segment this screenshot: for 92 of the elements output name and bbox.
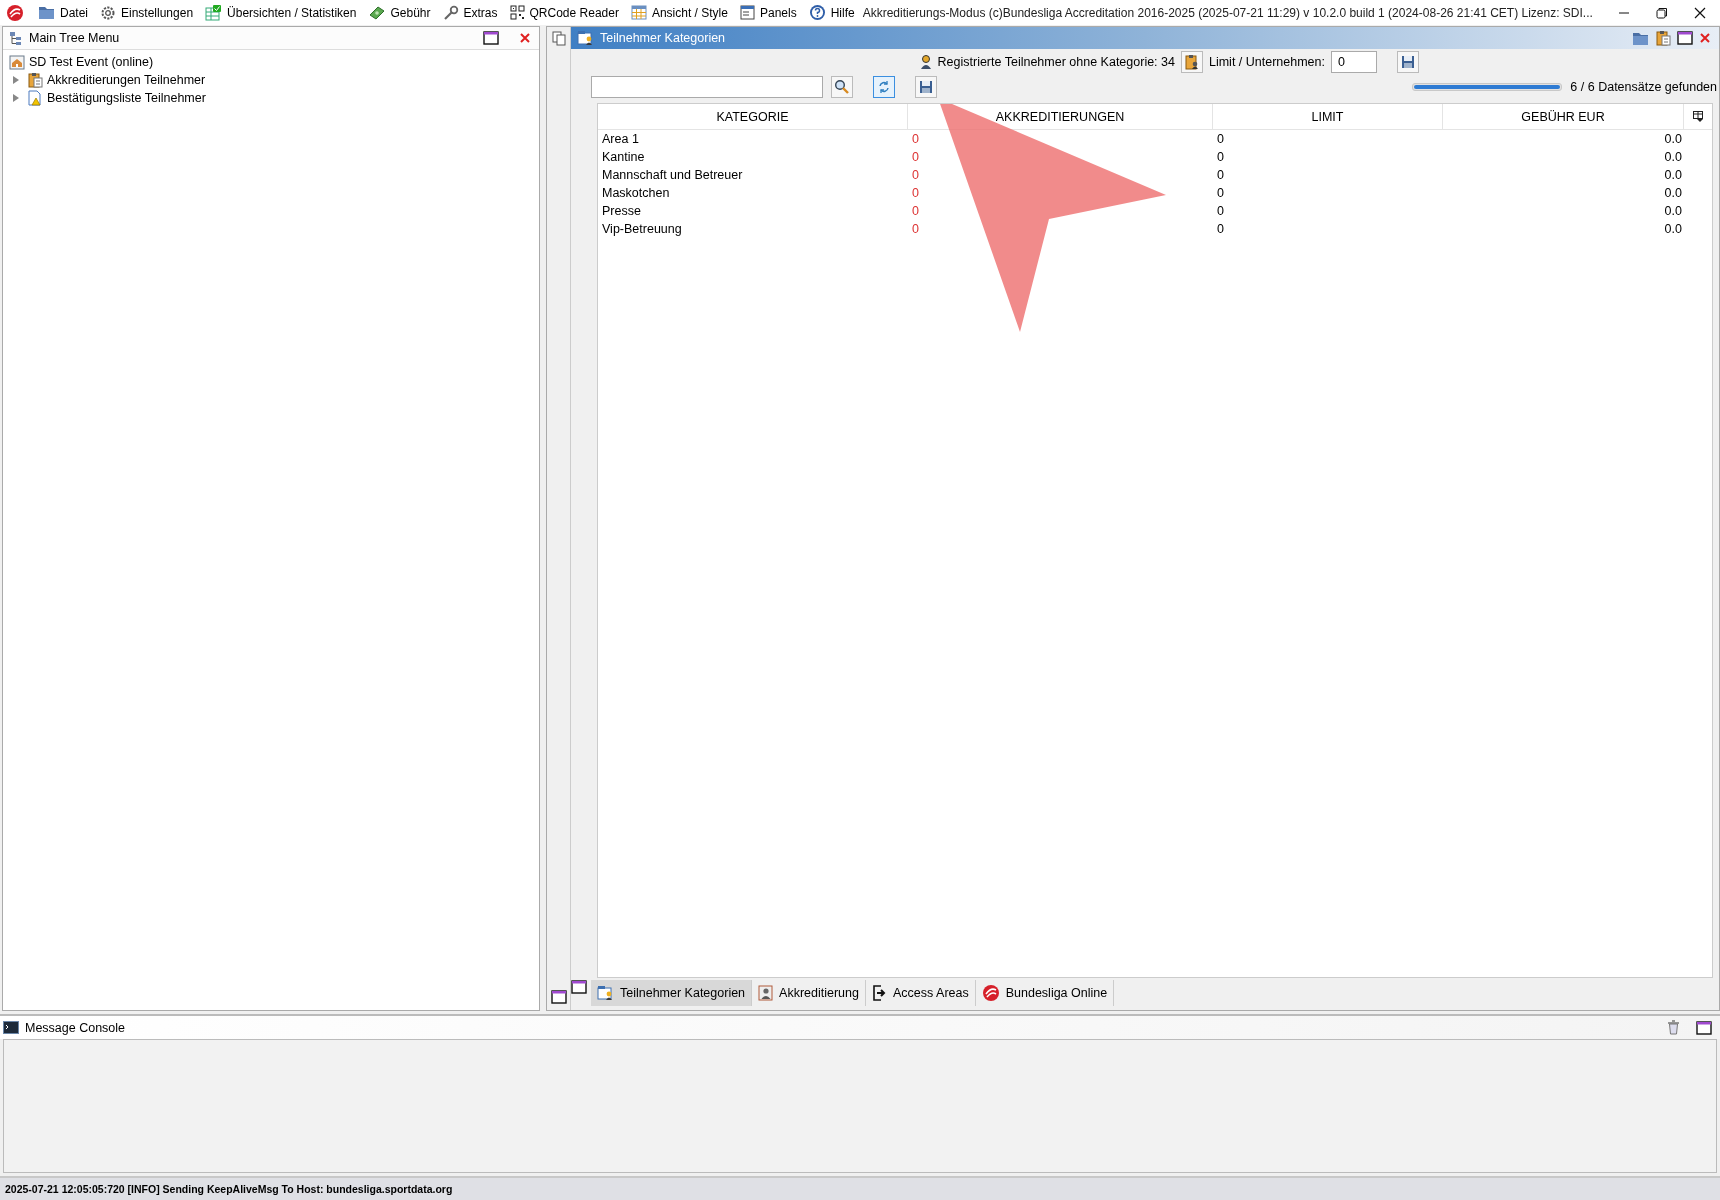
window-title: Akkreditierungs-Modus (c)Bundesliga Accreditation 2016-2025 (2025-07-21 11:29) v 10.2.0 build 1 (2024-08-26 21:41 CET) Lizenz: SDI...: [862, 5, 1594, 20]
settings-icon: [100, 4, 116, 21]
table-cell-text: 0: [1216, 150, 1225, 164]
status-text: 2025-07-21 12:05:05:720 [INFO] Sending KeepAliveMsg To Host: bundesliga.sportdata.org: [5, 1183, 453, 1195]
documents-icon[interactable]: [551, 31, 566, 46]
table-icon: [630, 5, 647, 20]
table-cell-text: Kantine: [601, 150, 646, 164]
tree-item[interactable]: SD Test Event (online): [29, 55, 154, 69]
clipboard-icon: [1655, 30, 1671, 46]
maximize-icon[interactable]: [483, 31, 499, 45]
save-icon: [1401, 55, 1415, 69]
table-cell-text: 0: [1216, 132, 1225, 146]
id-badge-icon: [758, 985, 774, 1001]
person-card-icon: [577, 30, 594, 46]
table-cell-text: 0: [911, 186, 920, 200]
maximize-icon[interactable]: [1677, 31, 1693, 45]
table-cell-text: 0: [1216, 186, 1225, 200]
banknote-icon: [368, 5, 386, 20]
menu-item[interactable]: Datei: [32, 1, 94, 24]
search-button[interactable]: [831, 76, 853, 98]
table-cell-text: 0.0: [1663, 186, 1683, 200]
limit-field[interactable]: 0: [1331, 51, 1377, 73]
panel-title: Teilnehmer Kategorien: [600, 31, 727, 45]
limit-label: Limit / Unternehmen:: [1208, 55, 1325, 69]
result-count: 6 / 6 Datensätze gefunden: [1570, 80, 1717, 94]
menu-item[interactable]: Panels: [733, 1, 803, 24]
save-button[interactable]: [1397, 51, 1419, 73]
save-button[interactable]: [915, 76, 937, 98]
menu-item[interactable]: Übersichten / Statistiken: [199, 1, 363, 24]
table-cell-text: Area 1: [601, 132, 640, 146]
tab[interactable]: Teilnehmer Kategorien: [591, 980, 753, 1006]
folder-icon: [38, 5, 55, 20]
menu-item[interactable]: Ansicht / Style: [624, 1, 734, 24]
table-cell-text: 0: [911, 168, 920, 182]
document-warning-icon: [27, 90, 43, 106]
window-icon: [739, 5, 755, 20]
maximize-icon[interactable]: [550, 990, 567, 1004]
close-icon[interactable]: [1694, 6, 1706, 19]
refresh-button[interactable]: [873, 76, 895, 98]
table-cell-text: 0: [1216, 168, 1225, 182]
logo-icon[interactable]: [6, 3, 24, 22]
panel-title: Message Console: [25, 1020, 127, 1035]
info-text: Registrierte Teilnehmer ohne Kategorie: 34: [937, 55, 1175, 69]
tree-structure-icon: [9, 30, 23, 46]
table-cell-text: 0: [911, 150, 920, 164]
table-cell-text: 0: [911, 222, 920, 236]
logo-icon[interactable]: [981, 984, 1000, 1002]
menu-item[interactable]: Extras: [436, 1, 504, 24]
search-field[interactable]: [591, 76, 823, 98]
search-icon: [834, 79, 850, 95]
table-cell-text: Vip-Betreuung: [601, 222, 683, 236]
menu-item[interactable]: Gebühr: [362, 1, 437, 24]
save-icon: [919, 80, 933, 94]
table-cell-text: 0.0: [1663, 132, 1683, 146]
house-icon: [9, 54, 25, 70]
table-cell-text: 0.0: [1663, 204, 1683, 218]
restore-icon[interactable]: [1656, 6, 1668, 19]
help-icon: [808, 4, 826, 21]
qr-code-icon: [509, 5, 525, 20]
limit-button[interactable]: [1180, 51, 1203, 73]
terminal-icon: [3, 1021, 19, 1034]
enter-door-icon: [872, 985, 887, 1001]
folder-person-icon: [1632, 30, 1649, 46]
table-cell-text: Mannschaft und Betreuer: [601, 168, 744, 182]
table-cell-text: Maskotchen: [601, 186, 671, 200]
menu-item[interactable]: Hilfe: [802, 1, 861, 24]
clipboard-person-icon: [1183, 54, 1200, 70]
panel-title: Main Tree Menu: [29, 31, 121, 45]
person-icon: [919, 54, 932, 70]
maximize-icon[interactable]: [571, 980, 587, 994]
table-cell-text: 0: [1216, 204, 1225, 218]
clipboard-icon: [27, 72, 43, 88]
table-cell-text: 0.0: [1663, 150, 1683, 164]
table-cell-text: Presse: [601, 204, 642, 218]
column-header[interactable]: KATEGORIE: [598, 104, 908, 129]
person-card-icon: [597, 985, 614, 1001]
column-chooser-icon[interactable]: [1692, 111, 1704, 122]
tree-item[interactable]: Akkreditierungen Teilnehmer: [47, 73, 206, 87]
menu-item[interactable]: Einstellungen: [94, 1, 200, 24]
tree-item[interactable]: Bestätigungsliste Teilnehmer: [47, 91, 206, 105]
column-header[interactable]: GEBÜHR EUR: [1443, 104, 1684, 129]
table-cell-text: 0: [911, 132, 920, 146]
table-cell-text: 0: [1216, 222, 1225, 236]
spreadsheet-check-icon: [205, 4, 223, 21]
refresh-icon: [877, 80, 891, 94]
table-cell-text: 0.0: [1663, 168, 1683, 182]
trash-icon[interactable]: [1667, 1020, 1680, 1035]
table-cell-text: 0.0: [1663, 222, 1683, 236]
menu-item[interactable]: QRCode Reader: [503, 1, 625, 24]
column-header[interactable]: LIMIT: [1213, 104, 1443, 129]
maximize-icon[interactable]: [1696, 1020, 1712, 1035]
table-cell-text: 0: [911, 204, 920, 218]
